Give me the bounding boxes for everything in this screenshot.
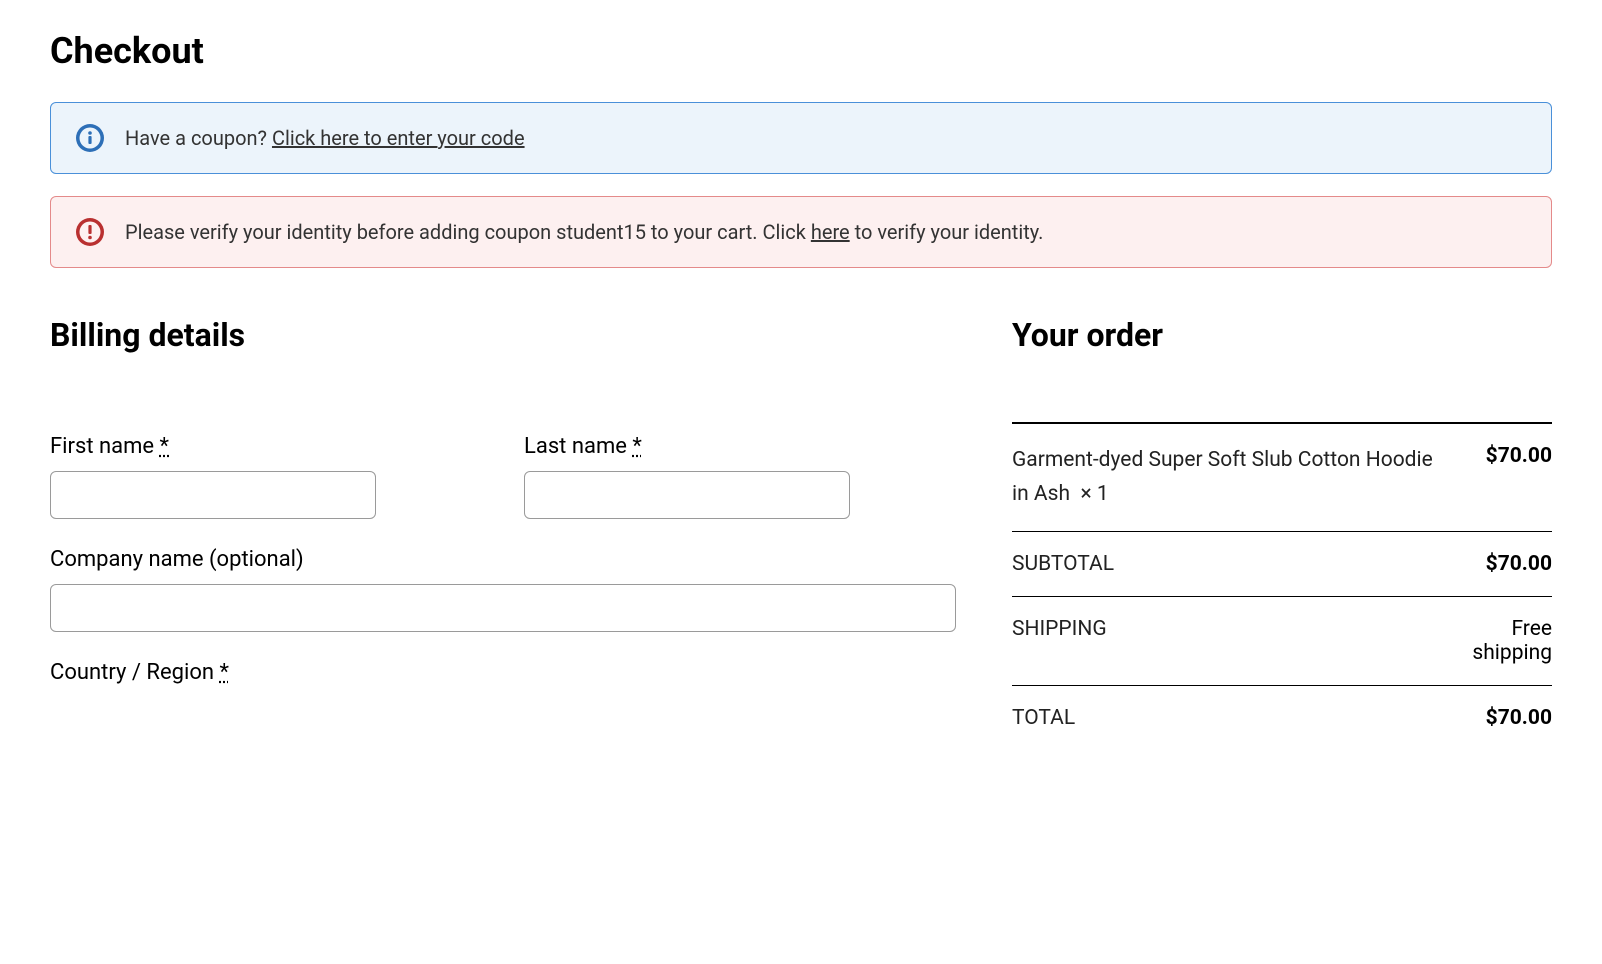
company-label: Company name (optional) — [50, 547, 956, 572]
required-indicator: * — [219, 660, 228, 685]
order-line-item: Garment-dyed Super Soft Slub Cotton Hood… — [1012, 423, 1552, 532]
order-summary-table: Garment-dyed Super Soft Slub Cotton Hood… — [1012, 422, 1552, 750]
coupon-notice-text: Have a coupon? Click here to enter your … — [125, 126, 525, 150]
info-icon — [75, 123, 105, 153]
total-value: $70.00 — [1437, 686, 1552, 751]
first-name-label: First name * — [50, 434, 482, 459]
product-name: Garment-dyed Super Soft Slub Cotton Hood… — [1012, 448, 1433, 506]
last-name-field-wrapper: Last name * — [524, 434, 956, 519]
order-heading: Your order — [1012, 316, 1552, 354]
verify-identity-link[interactable]: here — [811, 220, 850, 244]
first-name-input[interactable] — [50, 471, 376, 519]
verify-error-notice: Please verify your identity before addin… — [50, 196, 1552, 268]
company-input[interactable] — [50, 584, 956, 632]
total-label: TOTAL — [1012, 686, 1437, 751]
subtotal-label: SUBTOTAL — [1012, 532, 1437, 597]
shipping-label: SHIPPING — [1012, 597, 1437, 686]
first-name-field-wrapper: First name * — [50, 434, 482, 519]
required-indicator: * — [160, 434, 169, 459]
order-shipping-row: SHIPPING Free shipping — [1012, 597, 1552, 686]
product-price: $70.00 — [1437, 423, 1552, 532]
verify-error-text: Please verify your identity before addin… — [125, 220, 1043, 244]
country-label: Country / Region * — [50, 660, 956, 685]
required-indicator: * — [632, 434, 641, 459]
coupon-toggle-link[interactable]: Click here to enter your code — [272, 126, 525, 150]
billing-heading: Billing details — [50, 316, 956, 354]
error-icon — [75, 217, 105, 247]
country-field-wrapper: Country / Region * — [50, 660, 956, 697]
subtotal-value: $70.00 — [1437, 532, 1552, 597]
order-total-row: TOTAL $70.00 — [1012, 686, 1552, 751]
last-name-label: Last name * — [524, 434, 956, 459]
page-title: Checkout — [50, 30, 1552, 72]
your-order-section: Your order Garment-dyed Super Soft Slub … — [1012, 316, 1552, 750]
last-name-input[interactable] — [524, 471, 850, 519]
product-quantity: × 1 — [1080, 482, 1108, 506]
shipping-value: Free shipping — [1437, 597, 1552, 686]
order-subtotal-row: SUBTOTAL $70.00 — [1012, 532, 1552, 597]
company-field-wrapper: Company name (optional) — [50, 547, 956, 632]
coupon-notice: Have a coupon? Click here to enter your … — [50, 102, 1552, 174]
billing-details-section: Billing details First name * Last name *… — [50, 316, 956, 750]
